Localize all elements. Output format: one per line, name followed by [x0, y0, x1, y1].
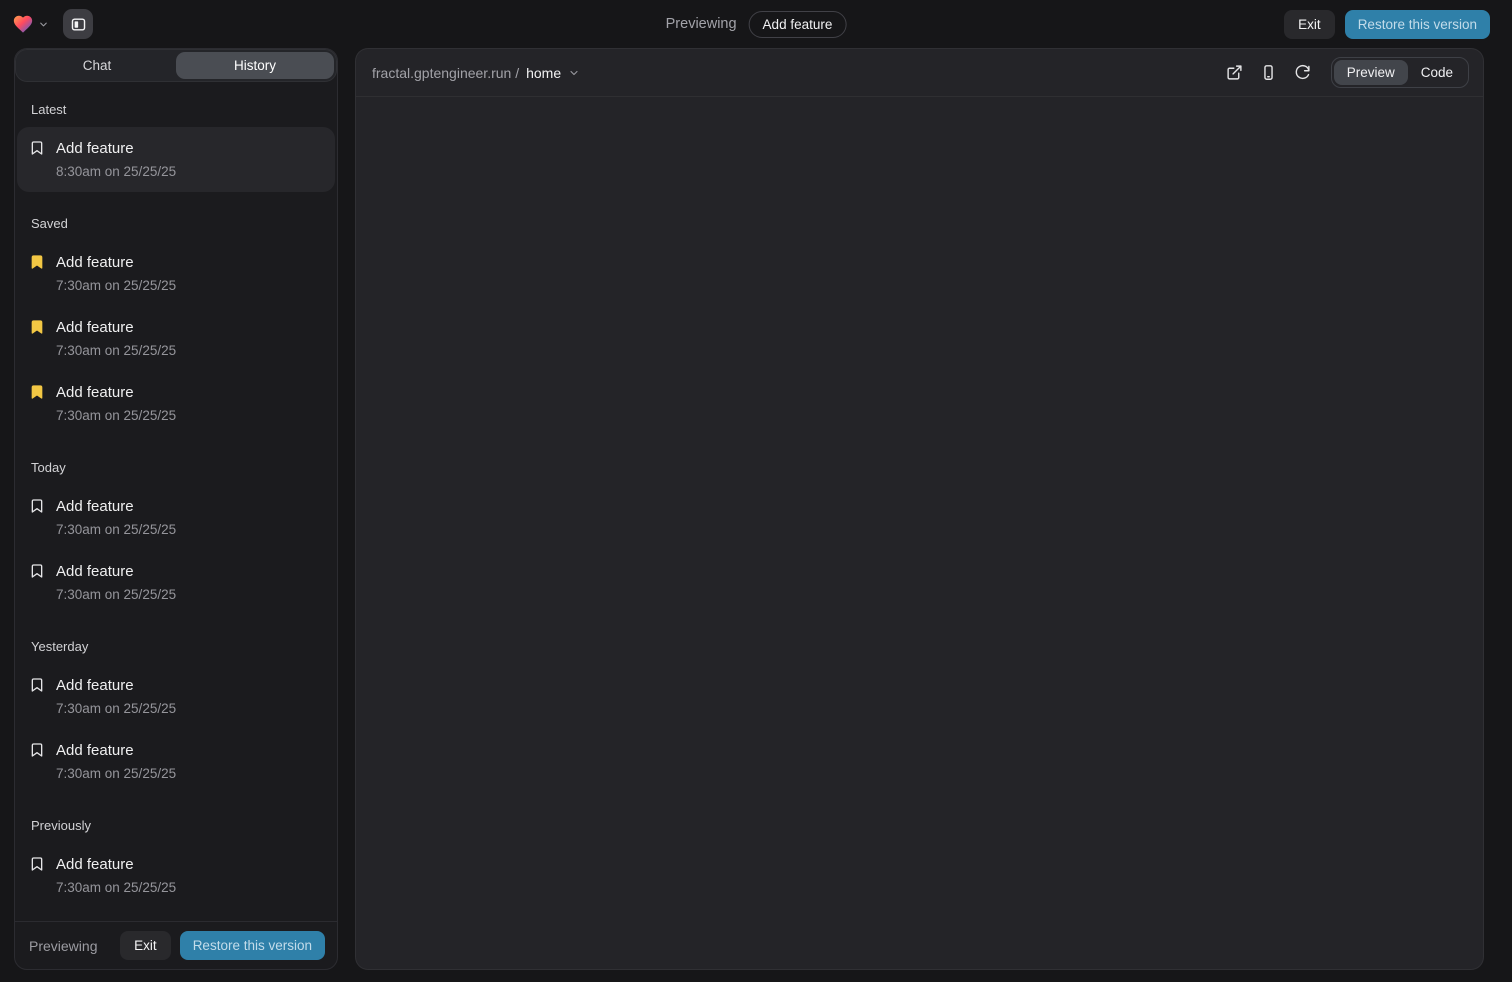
- history-item-time: 7:30am on 25/25/25: [56, 341, 323, 360]
- bookmark-icon: [29, 140, 45, 156]
- history-item-title: Add feature: [56, 561, 323, 582]
- exit-button[interactable]: Exit: [120, 931, 171, 960]
- history-item[interactable]: Add feature 7:30am on 25/25/25: [17, 843, 335, 908]
- section-label: Saved: [17, 216, 335, 231]
- preview-url-page: home: [526, 65, 561, 81]
- smartphone-icon: [1260, 64, 1277, 81]
- bookmark-filled-icon: [29, 319, 45, 335]
- preview-header-actions: Preview Code: [1221, 57, 1469, 88]
- restore-version-button[interactable]: Restore this version: [180, 931, 325, 960]
- history-item-title: Add feature: [56, 496, 323, 517]
- sidebar-tab-bar: Chat History: [15, 49, 337, 82]
- refresh-button[interactable]: [1289, 59, 1317, 87]
- external-link-icon: [1226, 64, 1243, 81]
- section-label: Today: [17, 460, 335, 475]
- section-label: Yesterday: [17, 639, 335, 654]
- history-item-time: 7:30am on 25/25/25: [56, 699, 323, 718]
- bookmark-icon: [29, 856, 45, 872]
- history-sidebar: Chat History Latest Add feature 8:30am on …: [14, 48, 338, 970]
- bookmark-filled-icon: [29, 254, 45, 270]
- history-item[interactable]: Add feature7:30am on 25/25/25: [17, 908, 335, 921]
- history-item[interactable]: Add feature 7:30am on 25/25/25: [17, 485, 335, 550]
- tab-chat[interactable]: Chat: [18, 52, 176, 79]
- preview-panel: fractal.gptengineer.run / home: [355, 48, 1484, 970]
- history-item-time: 7:30am on 25/25/25: [56, 406, 323, 425]
- preview-viewport[interactable]: [356, 97, 1483, 969]
- topbar-right-group: Exit Restore this version: [1284, 10, 1490, 39]
- section-label: Previously: [17, 818, 335, 833]
- history-item[interactable]: Add feature 7:30am on 25/25/25: [17, 371, 335, 436]
- tab-preview[interactable]: Preview: [1334, 60, 1408, 85]
- preview-url-domain: fractal.gptengineer.run /: [372, 65, 519, 81]
- history-item-title: Add feature: [56, 740, 323, 761]
- topbar-left-group: [12, 9, 93, 39]
- preview-code-toggle: Preview Code: [1331, 57, 1469, 88]
- tab-code[interactable]: Code: [1408, 60, 1466, 85]
- section-label: Latest: [17, 102, 335, 117]
- bookmark-icon: [29, 498, 45, 514]
- restore-version-button[interactable]: Restore this version: [1345, 10, 1490, 39]
- exit-button[interactable]: Exit: [1284, 10, 1335, 39]
- refresh-icon: [1294, 64, 1311, 81]
- history-item[interactable]: Add feature 7:30am on 25/25/25: [17, 664, 335, 729]
- history-item-title: Add feature: [56, 382, 323, 403]
- history-item-time: 7:30am on 25/25/25: [56, 276, 323, 295]
- history-list[interactable]: Latest Add feature 8:30am on 25/25/25 Saved…: [15, 82, 337, 921]
- chevron-down-icon: [568, 67, 580, 79]
- tab-history[interactable]: History: [176, 52, 334, 79]
- footer-actions: Exit Restore this version: [120, 931, 325, 960]
- history-item-title: Add feature: [56, 675, 323, 696]
- history-item-title: Add feature: [56, 138, 323, 159]
- previewing-status-label: Previewing: [29, 938, 97, 954]
- preview-header: fractal.gptengineer.run / home: [356, 49, 1483, 97]
- bookmark-icon: [29, 742, 45, 758]
- bookmark-icon: [29, 677, 45, 693]
- heart-gradient-logo: [12, 13, 34, 35]
- top-bar: Previewing Add feature Exit Restore this…: [0, 0, 1512, 48]
- history-item-title: Add feature: [56, 317, 323, 338]
- chevron-down-icon: [38, 19, 49, 30]
- panel-left-icon: [70, 16, 87, 33]
- history-item-time: 7:30am on 25/25/25: [56, 585, 323, 604]
- version-name-pill: Add feature: [749, 11, 847, 38]
- sidebar-footer: Previewing Exit Restore this version: [15, 921, 337, 969]
- history-item-title: Add feature: [56, 854, 323, 875]
- bookmark-filled-icon: [29, 384, 45, 400]
- bookmark-icon: [29, 563, 45, 579]
- history-item-time: 8:30am on 25/25/25: [56, 162, 323, 181]
- history-item[interactable]: Add feature 7:30am on 25/25/25: [17, 550, 335, 615]
- history-item-time: 7:30am on 25/25/25: [56, 520, 323, 539]
- history-item[interactable]: Add feature 8:30am on 25/25/25: [17, 127, 335, 192]
- history-item-time: 7:30am on 25/25/25: [56, 764, 323, 783]
- app-logo-menu[interactable]: [12, 13, 49, 35]
- preview-url-selector[interactable]: fractal.gptengineer.run / home: [372, 65, 580, 81]
- history-item[interactable]: Add feature 7:30am on 25/25/25: [17, 729, 335, 794]
- device-preview-button[interactable]: [1255, 59, 1283, 87]
- history-item[interactable]: Add feature 7:30am on 25/25/25: [17, 306, 335, 371]
- open-in-new-tab-button[interactable]: [1221, 59, 1249, 87]
- previewing-status-label: Previewing: [666, 16, 737, 32]
- history-item-time: 7:30am on 25/25/25: [56, 878, 323, 897]
- topbar-center-group: Previewing Add feature: [666, 0, 847, 48]
- history-item[interactable]: Add feature 7:30am on 25/25/25: [17, 241, 335, 306]
- sidebar-toggle-button[interactable]: [63, 9, 93, 39]
- history-item-title: Add feature: [56, 252, 323, 273]
